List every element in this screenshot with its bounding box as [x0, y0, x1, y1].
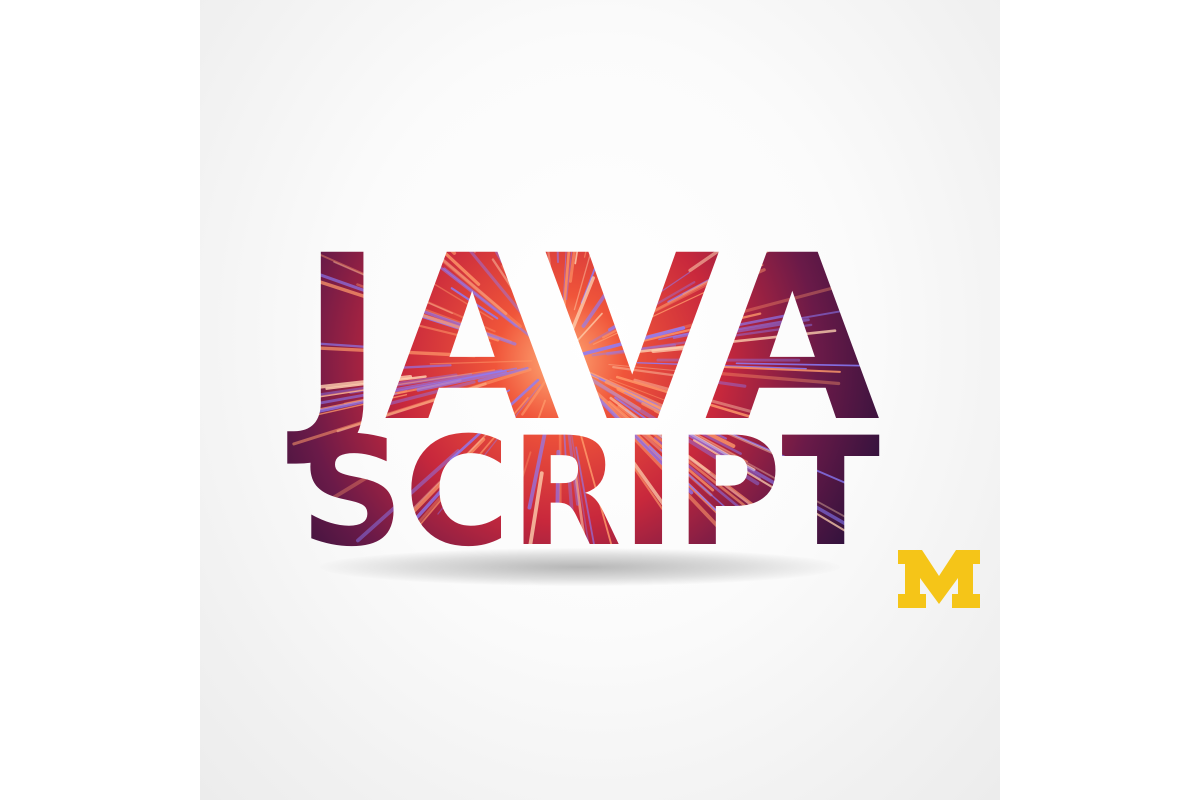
javascript-text-group: JAVA SCRIPT	[287, 206, 880, 580]
block-m-logo-icon	[898, 550, 980, 608]
wordmark-line-script: SCRIPT	[300, 406, 880, 580]
javascript-wordmark: JAVA SCRIPT	[287, 206, 880, 580]
canvas: JAVA SCRIPT	[0, 0, 1200, 800]
